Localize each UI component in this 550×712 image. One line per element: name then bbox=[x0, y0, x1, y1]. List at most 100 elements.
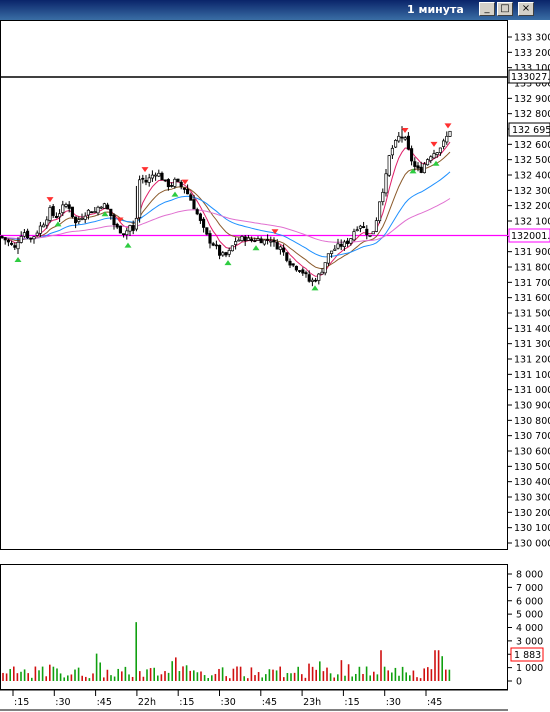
candle-body bbox=[262, 239, 266, 245]
volume-bar bbox=[77, 667, 80, 681]
volume-bar bbox=[121, 671, 123, 681]
volume-bar bbox=[257, 672, 260, 681]
candle bbox=[371, 231, 375, 235]
candle-body bbox=[208, 233, 212, 244]
price-tick-label: 132 300 bbox=[514, 186, 550, 197]
volume-bar bbox=[49, 664, 51, 681]
volume-bar bbox=[81, 675, 83, 681]
candle-body bbox=[298, 270, 302, 272]
volume-bar bbox=[99, 662, 101, 681]
volume-bar bbox=[344, 675, 346, 681]
candle-body bbox=[320, 271, 324, 275]
volume-bar bbox=[279, 666, 281, 681]
candle-body bbox=[3, 237, 7, 241]
volume-bar bbox=[23, 669, 26, 681]
volume-bar bbox=[128, 674, 130, 681]
last-volume-badge: 1 883 bbox=[510, 647, 544, 662]
candle-body bbox=[48, 207, 52, 221]
candle-body bbox=[134, 217, 138, 230]
candle-body bbox=[387, 155, 391, 176]
volume-bar bbox=[63, 677, 65, 681]
candle-body bbox=[422, 163, 426, 174]
volume-bar bbox=[178, 671, 181, 681]
candle-body bbox=[131, 225, 135, 231]
volume-bar bbox=[142, 676, 145, 681]
volume-bar bbox=[85, 676, 87, 681]
volume-bar bbox=[290, 673, 292, 681]
volume-bar bbox=[376, 674, 379, 681]
price-tick-label: 130 300 bbox=[514, 493, 550, 504]
price-tick-label: 130 600 bbox=[514, 447, 550, 458]
candle-body bbox=[83, 215, 87, 220]
candle-body bbox=[154, 174, 158, 177]
volume-bar bbox=[265, 674, 267, 681]
candle bbox=[378, 201, 382, 224]
candle-body bbox=[323, 262, 327, 274]
volume-bar bbox=[254, 675, 256, 681]
magenta-level-badge: 132001.0 bbox=[508, 228, 550, 243]
volume-bar bbox=[113, 676, 116, 681]
volume-bar bbox=[34, 666, 37, 681]
candle-body bbox=[448, 130, 452, 137]
candle bbox=[422, 161, 426, 174]
candle-body bbox=[45, 219, 49, 226]
candle-body bbox=[74, 216, 78, 224]
candle-body bbox=[42, 224, 46, 228]
candle-body bbox=[378, 201, 382, 222]
time-tick-label: :15 bbox=[344, 697, 359, 708]
candle-body bbox=[218, 244, 222, 256]
candle-body bbox=[278, 246, 282, 250]
minimize-button[interactable]: _ bbox=[479, 2, 495, 16]
volume-bar bbox=[146, 669, 148, 681]
price-tick-label: 132 800 bbox=[514, 109, 550, 120]
volume-bar bbox=[56, 668, 58, 681]
candle-body bbox=[166, 179, 170, 188]
volume-bar bbox=[92, 673, 94, 681]
volume-tick-label: 1 000 bbox=[516, 663, 543, 674]
price-tick-label: 130 700 bbox=[514, 431, 550, 442]
candle-body bbox=[301, 269, 305, 274]
candle bbox=[394, 139, 398, 149]
candle bbox=[70, 206, 74, 219]
candle-body bbox=[304, 272, 308, 275]
candle-body bbox=[240, 236, 244, 241]
candle-body bbox=[198, 213, 202, 221]
candle-body bbox=[342, 241, 346, 247]
candle-body bbox=[406, 135, 410, 150]
price-tick-label: 130 000 bbox=[514, 539, 550, 550]
candle-body bbox=[106, 204, 110, 210]
volume-bar bbox=[189, 670, 191, 681]
volume-bar bbox=[59, 673, 62, 681]
volume-bar bbox=[405, 672, 407, 681]
volume-bar bbox=[5, 673, 8, 681]
volume-bar bbox=[20, 671, 22, 681]
candle-body bbox=[394, 140, 398, 148]
chart-canvas[interactable]: 133 300133 200133 100133 000132 900132 8… bbox=[0, 20, 550, 712]
candle-body bbox=[355, 229, 359, 232]
candle-body bbox=[70, 206, 74, 218]
volume-bar bbox=[293, 672, 296, 681]
volume-bar bbox=[391, 672, 393, 681]
volume-axis: 8 0007 0006 0005 0004 0003 0002 0001 000… bbox=[508, 570, 543, 688]
volume-bar bbox=[416, 677, 418, 681]
candle bbox=[426, 158, 430, 166]
candle-body bbox=[384, 173, 388, 194]
candle-body bbox=[160, 172, 164, 181]
close-button[interactable]: × bbox=[518, 2, 534, 16]
candle-body bbox=[173, 178, 177, 187]
candle-body bbox=[179, 181, 183, 187]
volume-bar bbox=[427, 667, 429, 681]
candle-body bbox=[93, 211, 97, 213]
candle-body bbox=[326, 253, 330, 264]
volume-bar bbox=[445, 669, 447, 681]
maximize-button[interactable]: □ bbox=[497, 2, 513, 16]
candle-body bbox=[352, 231, 356, 241]
last-price-badge-text: 132 695 bbox=[512, 125, 550, 136]
candle-body bbox=[64, 204, 68, 207]
price-plot-area[interactable] bbox=[0, 20, 508, 550]
candle-body bbox=[246, 237, 250, 241]
price-tick-label: 131 200 bbox=[514, 355, 550, 366]
price-tick-label: 133 300 bbox=[514, 33, 550, 44]
last-price-badge: 132 695 bbox=[508, 122, 550, 137]
candle-body bbox=[419, 166, 423, 173]
